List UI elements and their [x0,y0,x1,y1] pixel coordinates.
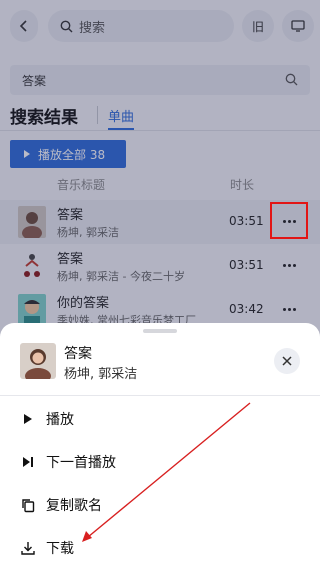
divider [0,395,320,396]
play-icon [20,411,36,427]
close-button[interactable] [274,348,300,374]
menu-item-download[interactable]: 下载 [0,528,320,568]
menu-item-label: 下一首播放 [46,455,116,471]
close-icon [282,356,292,366]
action-sheet: 答案 杨坤, 郭采洁 播放 下一首播放 复制歌名 下载 [0,323,320,568]
sheet-song-artist: 杨坤, 郭采洁 [64,367,138,382]
album-cover [20,343,56,379]
copy-icon [20,497,36,513]
music-search-screen: 搜索 旧 答案 搜索结果 单曲 播放全部 38 音乐标题 时长 答案 杨坤, 郭… [0,0,320,568]
menu-item-play[interactable]: 播放 [0,399,320,439]
menu-item-label: 复制歌名 [46,498,102,514]
highlight-box [270,202,308,239]
download-icon [20,540,36,556]
menu-item-label: 播放 [46,412,74,428]
drag-handle[interactable] [143,329,177,333]
menu-item-copy-title[interactable]: 复制歌名 [0,485,320,525]
menu-item-play-next[interactable]: 下一首播放 [0,442,320,482]
play-next-icon [20,454,36,470]
menu-item-label: 下载 [46,541,74,557]
sheet-song-title: 答案 [64,346,92,362]
